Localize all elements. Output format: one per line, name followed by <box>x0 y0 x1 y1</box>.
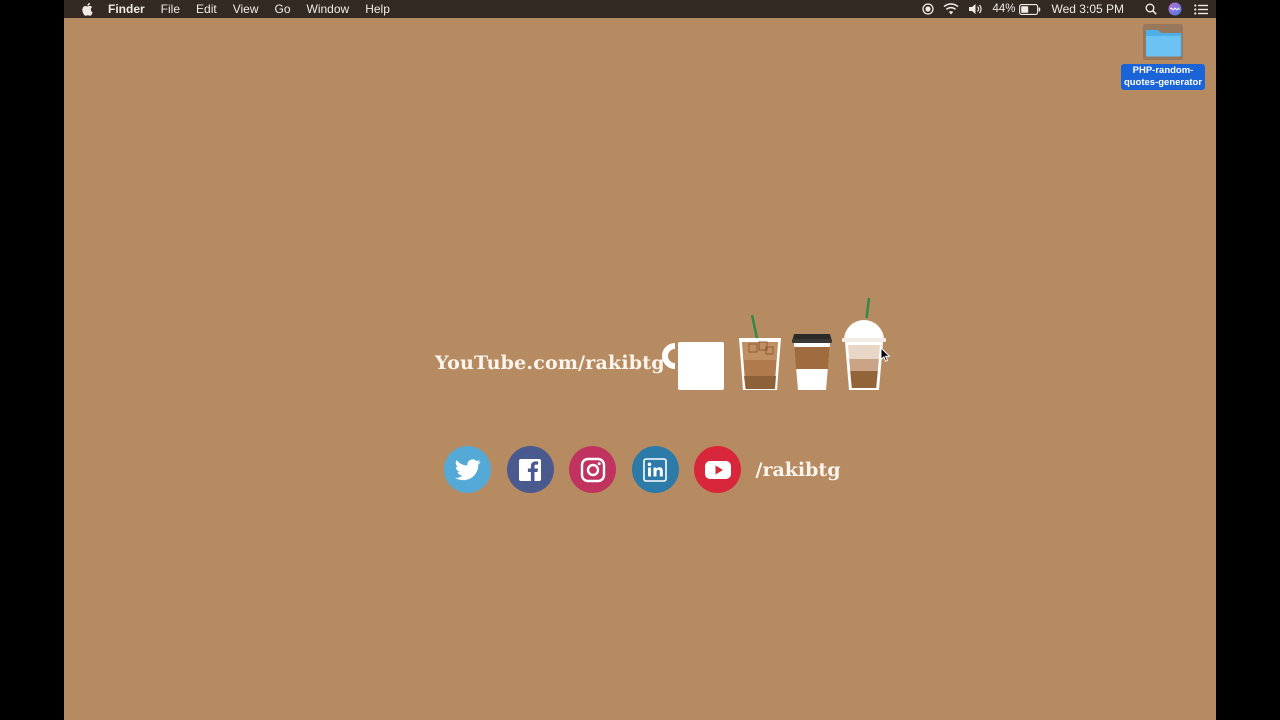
apple-menu-icon[interactable] <box>80 0 94 18</box>
mug-icon <box>662 342 724 390</box>
menu-finder[interactable]: Finder <box>108 0 145 18</box>
menu-edit[interactable]: Edit <box>196 0 217 18</box>
instagram-icon[interactable] <box>569 446 616 493</box>
menu-go[interactable]: Go <box>275 0 291 18</box>
clock[interactable]: Wed 3:05 PM <box>1052 0 1124 18</box>
folder-label: PHP-random- quotes-generator <box>1120 64 1206 90</box>
youtube-channel-text: YouTube.com/rakibtg <box>435 352 665 374</box>
battery-percent[interactable]: 44% <box>992 0 1015 18</box>
folder-icon <box>1143 24 1183 60</box>
iced-coffee-icon <box>739 314 781 390</box>
linkedin-icon[interactable] <box>631 446 679 493</box>
screen-record-icon[interactable] <box>918 0 938 18</box>
siri-icon[interactable] <box>1164 0 1186 18</box>
volume-icon[interactable] <box>964 0 986 18</box>
battery-icon[interactable] <box>1016 0 1044 18</box>
menu-view[interactable]: View <box>233 0 259 18</box>
desktop: Finder File Edit View Go Window Help 44%… <box>64 0 1216 720</box>
takeaway-coffee-icon <box>792 334 832 390</box>
spotlight-search-icon[interactable] <box>1138 0 1164 18</box>
mouse-cursor-icon <box>880 346 891 367</box>
menu-help[interactable]: Help <box>365 0 390 18</box>
twitter-icon[interactable] <box>444 446 491 493</box>
social-handle-text: /rakibtg <box>755 458 841 481</box>
menu-file[interactable]: File <box>161 0 180 18</box>
menu-window[interactable]: Window <box>307 0 350 18</box>
youtube-icon[interactable] <box>694 446 741 493</box>
wifi-icon[interactable] <box>938 0 964 18</box>
desktop-folder-item[interactable]: PHP-random- quotes-generator <box>1119 24 1207 90</box>
notification-center-icon[interactable] <box>1186 0 1216 18</box>
frappuccino-icon <box>842 297 886 390</box>
menu-bar: Finder File Edit View Go Window Help 44%… <box>64 0 1216 18</box>
facebook-icon[interactable] <box>506 446 554 493</box>
social-links: /rakibtg <box>444 446 841 493</box>
coffee-cups-illustration <box>662 297 886 390</box>
